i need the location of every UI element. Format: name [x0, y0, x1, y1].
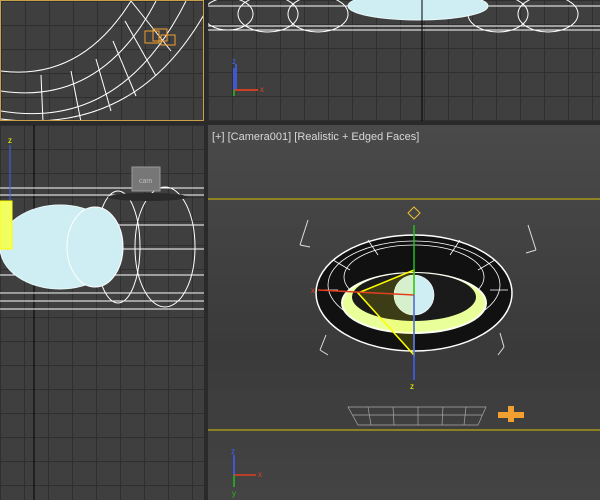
- svg-text:x: x: [258, 470, 262, 479]
- svg-text:x: x: [311, 286, 315, 295]
- svg-text:y: y: [232, 489, 236, 498]
- viewport-divider-horizontal[interactable]: [0, 121, 600, 125]
- svg-text:z: z: [410, 382, 414, 391]
- viewport-top[interactable]: [0, 0, 204, 121]
- axis-gizmo-icon: z x y: [231, 447, 262, 498]
- svg-text:cam: cam: [139, 178, 152, 185]
- viewport-divider-vertical[interactable]: [204, 0, 208, 500]
- front-axis-icon: [233, 68, 258, 96]
- viewport-camera001[interactable]: [+] [Camera001] [Realistic + Edged Faces…: [208, 125, 600, 500]
- ground-grid: [347, 406, 487, 426]
- svg-text:z: z: [8, 136, 12, 145]
- target-icon: [407, 206, 421, 220]
- top-view-scene: [1, 1, 203, 120]
- light-icon: [498, 406, 524, 422]
- left-view-scene: cam z: [0, 125, 204, 500]
- perspective-scene: x z z x y: [208, 198, 600, 498]
- svg-text:z: z: [231, 447, 235, 456]
- viewport-left[interactable]: cam z: [0, 125, 204, 500]
